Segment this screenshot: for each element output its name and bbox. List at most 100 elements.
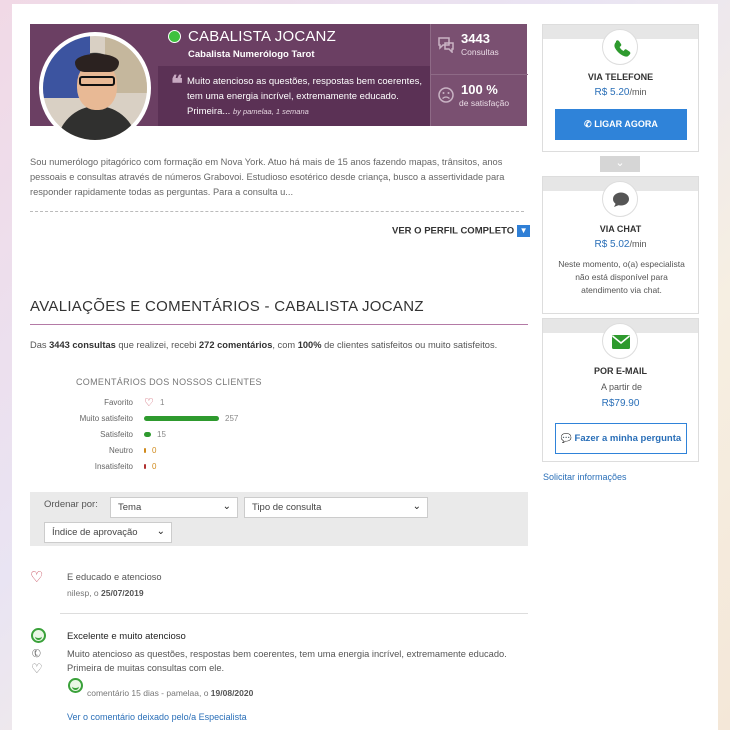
satisfaction-stat: 100 % de satisfação: [431, 75, 528, 126]
chart-row: Muito satisfeito 257: [32, 413, 332, 425]
consult-type-select[interactable]: Tipo de consulta ⌄: [244, 497, 428, 518]
consult-type-select-value: Tipo de consulta: [252, 502, 322, 513]
divider: [30, 211, 524, 212]
envelope-icon: [602, 323, 638, 359]
review-body: Muito atencioso as questões, respostas b…: [67, 649, 507, 673]
review-date: 25/07/2019: [101, 588, 144, 598]
chart-category-label: Favorito: [104, 398, 133, 407]
chat-card: VIA CHAT R$ 5.02/min Neste momento, o(a)…: [542, 176, 699, 314]
email-from-label: A partir de: [600, 382, 643, 392]
chat-bubble-icon: 💬: [560, 433, 575, 443]
consultations-count: 3443: [461, 31, 490, 46]
summary-mid2: , com: [272, 340, 298, 350]
stats-panel: 3443 Consultas 100 % de satisfação: [430, 24, 528, 126]
summary-comments: 272 comentários: [199, 340, 273, 350]
satisfaction-label: de satisfação: [459, 98, 510, 108]
ask-question-button[interactable]: 💬 Fazer a minha pergunta: [555, 423, 687, 454]
summary-prefix: Das: [30, 340, 50, 350]
review-author: nilesp, o: [67, 588, 102, 598]
approval-select-value: Índice de aprovação: [52, 527, 138, 538]
chart-row: Neutro 0: [32, 445, 332, 457]
chart-bar: [144, 448, 146, 453]
chart-row: Satisfeito 15: [32, 429, 332, 441]
review-title: Excelente e muito atencioso: [67, 631, 186, 642]
review-meta: comentário 15 dias - pamelaa, o 19/08/20…: [87, 688, 253, 698]
consultations-stat: 3443 Consultas: [431, 24, 528, 75]
chart-value-label: 0: [152, 462, 157, 471]
chart-title: COMENTÁRIOS DOS NOSSOS CLIENTES: [76, 377, 262, 387]
chat-price-unit: /min: [629, 239, 647, 249]
summary-percent: 100%: [297, 340, 322, 350]
expert-bio: Sou numerólogo pitagórico com formação e…: [30, 157, 505, 197]
phone-price-unit: /min: [629, 87, 647, 97]
chat-card-title: VIA CHAT: [599, 224, 642, 234]
chat-unavailable-note: Neste momento, o(a) especialista não est…: [558, 259, 685, 295]
chevron-down-icon: ▼: [517, 225, 531, 237]
heart-icon: ♡: [30, 569, 44, 586]
call-now-label: LIGAR AGORA: [594, 119, 658, 129]
chevron-down-icon: ⌄: [156, 526, 165, 537]
phone-price-value: R$ 5.20: [594, 87, 630, 98]
smile-icon: [68, 678, 83, 693]
phone-icon: ✆: [29, 646, 44, 662]
quote-author: by pamelaa, 1 semana: [232, 107, 309, 116]
section-divider: [30, 324, 528, 325]
satisfaction-value: 100 %: [461, 82, 498, 97]
theme-select[interactable]: Tema ⌄: [110, 497, 238, 518]
call-now-button[interactable]: ✆ LIGAR AGORA: [555, 109, 687, 140]
review-meta: nilesp, o 25/07/2019: [67, 588, 144, 598]
chart-category-label: Neutro: [108, 446, 133, 455]
phone-icon: ✆: [584, 119, 595, 129]
phone-price: R$ 5.20/min: [543, 87, 698, 98]
email-card: POR E-MAIL A partir de R$79.90 💬 Fazer a…: [542, 318, 699, 462]
chart-value-label: 0: [152, 446, 157, 455]
summary-mid1: que realizei, recebi: [115, 340, 199, 350]
expert-reply-link[interactable]: Ver o comentário deixado pelo/a Especial…: [67, 712, 247, 722]
review-title: E educado e atencioso: [67, 572, 162, 582]
chart-bar: [144, 416, 219, 421]
chat-price: R$ 5.02/min: [543, 239, 698, 250]
chart-bar: [144, 432, 151, 437]
expert-subtitle: Cabalista Numerólogo Tarot: [188, 49, 315, 60]
heart-icon: ♡: [31, 661, 43, 676]
expert-name[interactable]: CABALISTA JOCANZ: [188, 28, 336, 45]
quote-icon: ❝: [171, 71, 183, 97]
view-full-profile-label: VER O PERFIL COMPLETO: [392, 225, 515, 237]
reviews-section-title: AVALIAÇÕES E COMENTÁRIOS - CABALISTA JOC…: [30, 298, 424, 315]
expert-header: CABALISTA JOCANZ Cabalista Numerólogo Ta…: [30, 24, 528, 144]
chart-row: Favorito ♡ 1: [32, 397, 332, 409]
ask-question-label: Fazer a minha pergunta: [574, 433, 682, 444]
chat-bubbles-icon: [437, 35, 455, 54]
request-info-link[interactable]: Solicitar informações: [543, 472, 627, 482]
summary-consultations: 3443 consultas: [49, 340, 116, 350]
chart-row: Insatisfeito 0: [32, 461, 332, 473]
theme-select-value: Tema: [118, 502, 142, 513]
view-full-profile-link[interactable]: VER O PERFIL COMPLETO ▼: [392, 225, 531, 237]
review-divider: [60, 613, 528, 614]
chat-bubble-icon: [602, 181, 638, 217]
email-price: R$79.90: [601, 398, 640, 409]
email-card-title: POR E-MAIL: [594, 366, 647, 376]
phone-card: VIA TELEFONE R$ 5.20/min ✆ LIGAR AGORA: [542, 24, 699, 152]
smile-icon: [31, 628, 46, 643]
chart-value-label: 1: [160, 398, 165, 407]
filter-bar: Ordenar por: Tema ⌄ Tipo de consulta ⌄ Índ…: [30, 492, 528, 546]
consultations-label: Consultas: [461, 47, 499, 57]
chart-bar: [144, 464, 146, 469]
review-date: 19/08/2020: [210, 688, 254, 698]
featured-quote: Muito atencioso as questões, respostas b…: [187, 74, 427, 119]
expand-chevron-icon[interactable]: ⌄: [600, 156, 640, 172]
reviews-summary: Das 3443 consultas que realizei, recebi …: [30, 340, 497, 350]
phone-card-title: VIA TELEFONE: [587, 72, 654, 82]
chevron-down-icon: ⌄: [222, 501, 231, 512]
heart-icon: ♡: [144, 397, 154, 409]
chat-price-value: R$ 5.02: [594, 239, 630, 250]
phone-icon: [602, 29, 638, 65]
chevron-down-icon: ⌄: [412, 501, 421, 512]
chart-value-label: 15: [157, 430, 166, 439]
sad-face-icon: [437, 86, 455, 104]
review-meta-text: comentário 15 dias - pamelaa, o: [87, 688, 211, 698]
online-status-icon: [168, 30, 181, 43]
avatar[interactable]: [39, 32, 151, 144]
approval-select[interactable]: Índice de aprovação ⌄: [44, 522, 172, 543]
